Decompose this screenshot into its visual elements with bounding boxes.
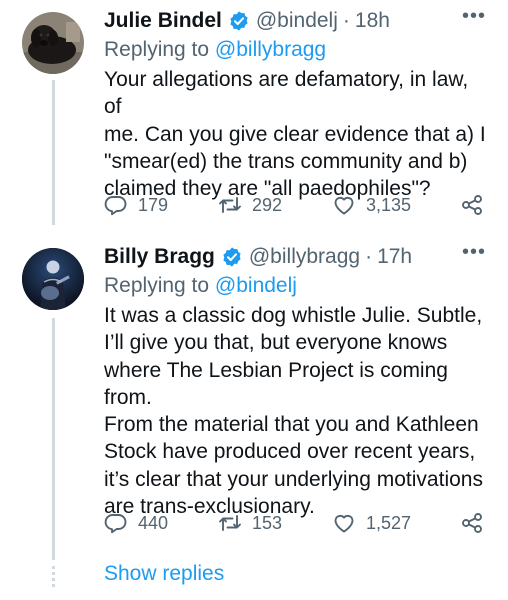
tweet-header: Billy Bragg @billybragg · 17h ••• (104, 242, 486, 272)
tweet-julie-bindel[interactable]: Julie Bindel @bindelj · 18h ••• Replying… (104, 6, 486, 202)
avatar-julie-bindel[interactable] (22, 12, 84, 74)
show-replies-link[interactable]: Show replies (104, 562, 224, 586)
more-options-icon[interactable]: ••• (462, 242, 486, 272)
tweet-billy-bragg[interactable]: Billy Bragg @billybragg · 17h ••• Replyi… (104, 242, 486, 520)
tweet-text: Your allegations are defamatory, in law,… (104, 68, 486, 201)
heart-icon (334, 196, 354, 215)
share-button[interactable] (460, 193, 484, 217)
replying-to-handle[interactable]: @billybragg (215, 38, 326, 61)
timestamp[interactable]: 17h (377, 245, 412, 269)
replying-to-label: Replying to (104, 38, 210, 61)
separator: · (342, 9, 350, 32)
separator: · (365, 245, 373, 268)
thread-connector (52, 318, 55, 560)
more-options-icon[interactable]: ••• (462, 6, 486, 36)
verified-badge-icon (223, 247, 241, 267)
reply-count: 440 (138, 512, 169, 533)
dog-avatar-icon (22, 12, 84, 74)
reply-count: 179 (138, 194, 169, 215)
like-count: 1,527 (366, 512, 412, 533)
replying-to-label: Replying to (104, 274, 210, 297)
display-name[interactable]: Julie Bindel (104, 9, 222, 33)
tweet-actions: 440 153 1,527 (104, 508, 486, 538)
handle[interactable]: @billybragg (249, 245, 360, 269)
avatar-billy-bragg[interactable] (22, 248, 84, 310)
replying-to-handle[interactable]: @bindelj (215, 274, 297, 297)
repost-count: 153 (252, 512, 283, 533)
reply-icon (104, 196, 127, 216)
display-name[interactable]: Billy Bragg (104, 245, 215, 269)
timestamp[interactable]: 18h (355, 9, 390, 33)
heart-icon (334, 514, 354, 533)
repost-icon (219, 197, 241, 213)
thread-connector (52, 80, 55, 225)
replying-to: Replying to @bindelj (104, 272, 486, 300)
like-button[interactable]: 1,527 (332, 511, 411, 535)
repost-count: 292 (252, 194, 283, 215)
thread-continuation-dots (52, 566, 55, 590)
tweet-header: Julie Bindel @bindelj · 18h ••• (104, 6, 486, 36)
repost-button[interactable]: 153 (218, 511, 282, 535)
replying-to: Replying to @billybragg (104, 36, 486, 64)
reply-button[interactable]: 440 (104, 511, 168, 535)
repost-button[interactable]: 292 (218, 193, 282, 217)
share-button[interactable] (460, 511, 484, 535)
reply-button[interactable]: 179 (104, 193, 168, 217)
like-count: 3,135 (366, 194, 412, 215)
verified-badge-icon (230, 11, 248, 31)
tweet-thread: Julie Bindel @bindelj · 18h ••• Replying… (0, 0, 508, 600)
tweet-text: It was a classic dog whistle Julie. Subt… (104, 304, 483, 519)
share-icon (462, 195, 482, 215)
share-icon (462, 513, 482, 533)
guitarist-avatar-icon (22, 248, 84, 310)
like-button[interactable]: 3,135 (332, 193, 411, 217)
handle[interactable]: @bindelj (256, 9, 338, 33)
reply-icon (104, 514, 127, 534)
repost-icon (219, 515, 241, 531)
tweet-actions: 179 292 3,135 (104, 190, 486, 220)
